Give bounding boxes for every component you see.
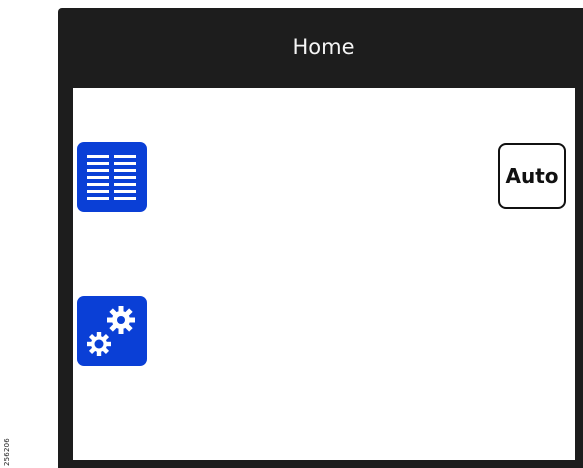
page: 256206 Home Auto: [0, 0, 583, 468]
settings-button[interactable]: [77, 296, 147, 366]
home-screen: Auto: [73, 88, 575, 460]
list-icon: [87, 155, 136, 200]
page-title: Home: [292, 35, 355, 59]
gears-icon: [87, 306, 135, 356]
auto-button-label: Auto: [505, 164, 559, 188]
figure-code: 256206: [3, 438, 11, 466]
device-frame: Home Auto: [58, 8, 583, 468]
title-bar: Home: [58, 8, 583, 86]
list-button[interactable]: [77, 142, 147, 212]
auto-button[interactable]: Auto: [498, 143, 566, 209]
